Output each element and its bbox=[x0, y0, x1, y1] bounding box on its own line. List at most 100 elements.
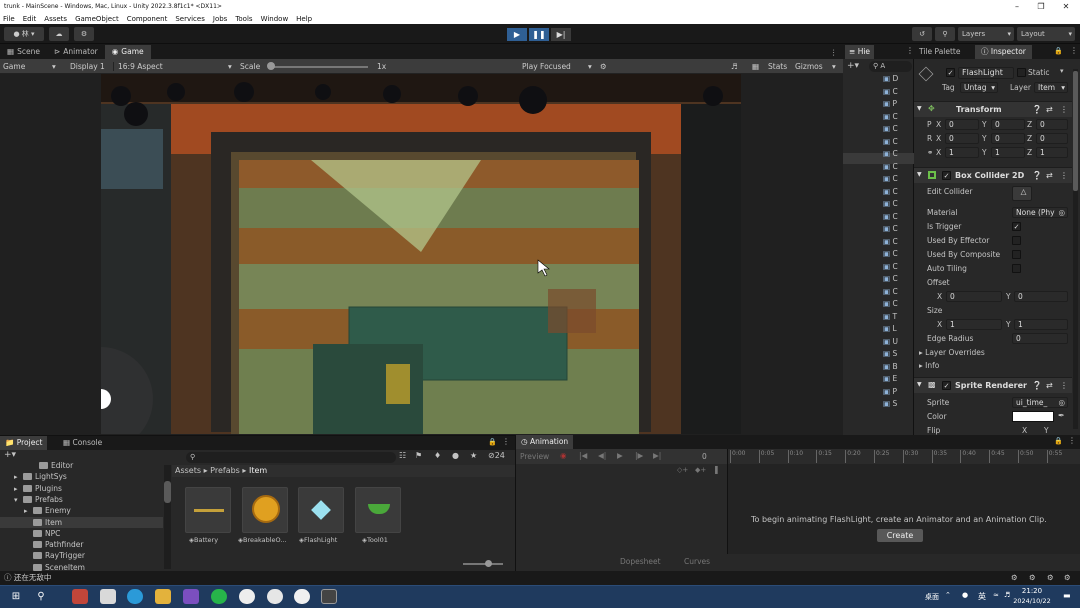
volume-icon[interactable]: ♬ bbox=[1004, 591, 1010, 599]
add-object-button[interactable]: +▾ bbox=[847, 61, 859, 71]
hierarchy-row[interactable]: ▣ C bbox=[883, 262, 898, 271]
close-icon[interactable]: ✕ bbox=[1054, 0, 1078, 13]
unity-hub-icon[interactable] bbox=[321, 589, 337, 604]
vsync-icon[interactable]: ▦ bbox=[752, 62, 759, 71]
scale-slider[interactable] bbox=[268, 66, 368, 68]
clock-time[interactable]: 21:20 bbox=[1011, 587, 1053, 595]
project-tree-scrollbar-thumb[interactable] bbox=[164, 481, 171, 503]
scale-slider-thumb[interactable] bbox=[267, 62, 275, 70]
project-tree-item[interactable]: NPC bbox=[24, 529, 60, 538]
dropdown-arrow-icon[interactable]: ▾ bbox=[1060, 67, 1064, 75]
first-keyframe-icon[interactable]: |◀ bbox=[579, 451, 587, 460]
hierarchy-row[interactable]: ▣ C bbox=[883, 112, 898, 121]
hierarchy-row[interactable]: ▣ C bbox=[883, 224, 898, 233]
edge-icon[interactable] bbox=[127, 589, 143, 604]
foldout-arrow-icon[interactable]: ▸ bbox=[14, 473, 23, 481]
size-y-field[interactable]: 1 bbox=[1014, 319, 1068, 330]
transform-y-field[interactable]: 0 bbox=[991, 133, 1025, 144]
hierarchy-row[interactable]: ▣ E bbox=[883, 374, 897, 383]
app-icon[interactable] bbox=[267, 589, 283, 604]
pause-button[interactable]: ❚❚ bbox=[529, 28, 549, 41]
project-tree-item[interactable]: Editor bbox=[30, 461, 73, 470]
restore-icon[interactable]: ❐ bbox=[1029, 0, 1053, 13]
preview-button[interactable]: Preview bbox=[520, 452, 549, 461]
history-icon[interactable]: ↺ bbox=[912, 27, 932, 41]
hierarchy-row[interactable]: ▣ T bbox=[883, 312, 897, 321]
layers-dropdown[interactable]: Layers ▾ bbox=[958, 27, 1014, 41]
transform-z-field[interactable]: 0 bbox=[1036, 119, 1068, 130]
transform-y-field[interactable]: 0 bbox=[991, 119, 1025, 130]
tab-console[interactable]: ▦ Console bbox=[58, 436, 107, 450]
hierarchy-row[interactable]: ▣ C bbox=[883, 212, 898, 221]
menu-services[interactable]: Services bbox=[175, 15, 205, 23]
tab-scene[interactable]: ▦ Scene bbox=[0, 45, 47, 59]
asset-tool01[interactable] bbox=[355, 487, 401, 533]
used-by-effector-checkbox[interactable] bbox=[1012, 236, 1021, 245]
hierarchy-row[interactable]: ▣ C bbox=[883, 237, 898, 246]
foldout-arrow-icon[interactable]: ▸ bbox=[24, 507, 33, 515]
asset-flashlight[interactable] bbox=[298, 487, 344, 533]
panel-menu-icon[interactable]: ⋮ bbox=[502, 437, 510, 446]
foldout-icon[interactable]: ▼ bbox=[917, 381, 922, 388]
foldout-icon[interactable]: ▼ bbox=[917, 171, 922, 178]
breadcrumb-item[interactable]: Item bbox=[249, 466, 267, 475]
menu-jobs[interactable]: Jobs bbox=[213, 15, 227, 23]
sprite-renderer-enabled-checkbox[interactable]: ✓ bbox=[942, 381, 951, 390]
transform-z-field[interactable]: 1 bbox=[1036, 147, 1068, 158]
edit-collider-button[interactable]: △ bbox=[1012, 186, 1032, 201]
edge-radius-field[interactable]: 0 bbox=[1012, 333, 1068, 344]
windows-start-icon[interactable]: ⊞ bbox=[8, 589, 24, 604]
bug-icon[interactable]: ⚙ bbox=[600, 62, 607, 71]
foldout-icon[interactable]: ▼ bbox=[917, 105, 922, 112]
notification-icon[interactable]: ▬ bbox=[1063, 591, 1071, 600]
aspect-dropdown[interactable]: 16:9 Aspect bbox=[113, 62, 163, 71]
lock-icon[interactable]: 🔒 bbox=[488, 438, 497, 446]
preset-icon[interactable]: ⇄ bbox=[1046, 171, 1053, 180]
flip-y-toggle[interactable]: Y bbox=[1044, 426, 1049, 435]
breadcrumb-assets[interactable]: Assets bbox=[175, 466, 201, 475]
layout-dropdown[interactable]: Layout ▾ bbox=[1017, 27, 1075, 41]
help-icon[interactable]: ❔ bbox=[1032, 381, 1042, 390]
preset-icon[interactable]: ⇄ bbox=[1046, 105, 1053, 114]
bug-icon[interactable]: ⚙ bbox=[1064, 571, 1071, 585]
wechat-icon[interactable] bbox=[211, 589, 227, 604]
hierarchy-row[interactable]: ▣ C bbox=[883, 287, 898, 296]
minimize-icon[interactable]: – bbox=[1005, 0, 1029, 13]
tray-expand-icon[interactable]: ⌃ bbox=[945, 591, 951, 599]
project-tree-item[interactable]: ▾ Prefabs bbox=[14, 495, 63, 504]
search-by-type-icon[interactable]: ☷ bbox=[399, 451, 406, 460]
play-focused-dropdown[interactable]: Play Focused bbox=[522, 62, 571, 71]
static-checkbox[interactable] bbox=[1017, 68, 1026, 77]
tab-game[interactable]: ◉ Game bbox=[104, 45, 151, 59]
favorite-star-icon[interactable]: ★ bbox=[470, 451, 477, 460]
menu-assets[interactable]: Assets bbox=[44, 15, 67, 23]
frame-field[interactable]: 0 bbox=[702, 452, 707, 461]
lock-icon[interactable]: 🔒 bbox=[1054, 437, 1063, 445]
asset-battery[interactable] bbox=[185, 487, 231, 533]
color-swatch[interactable] bbox=[1012, 411, 1054, 422]
transform-z-field[interactable]: 0 bbox=[1036, 133, 1068, 144]
auto-tiling-checkbox[interactable] bbox=[1012, 264, 1021, 273]
breadcrumb-prefabs[interactable]: Prefabs bbox=[210, 466, 240, 475]
files-icon[interactable] bbox=[100, 589, 116, 604]
hierarchy-row[interactable]: ▣ C bbox=[883, 124, 898, 133]
label-icon[interactable]: ♦ bbox=[434, 451, 441, 460]
event-marker-icon[interactable]: ❚ bbox=[713, 465, 720, 474]
project-tree-item[interactable]: Item bbox=[24, 518, 62, 527]
transform-header[interactable]: ▼ ✥ Transform ❔ ⇄ ⋮ bbox=[914, 101, 1072, 117]
menu-gameobject[interactable]: GameObject bbox=[75, 15, 119, 23]
transform-y-field[interactable]: 1 bbox=[991, 147, 1025, 158]
menu-component[interactable]: Component bbox=[127, 15, 168, 23]
help-icon[interactable]: ❔ bbox=[1032, 171, 1042, 180]
progress-icon[interactable]: ⚙ bbox=[1029, 571, 1036, 585]
menu-help[interactable]: Help bbox=[296, 15, 312, 23]
hierarchy-row[interactable]: ▣ C bbox=[883, 87, 898, 96]
tab-inspector[interactable]: ⓘ Inspector bbox=[975, 45, 1032, 59]
hierarchy-row[interactable]: ▣ C bbox=[883, 299, 898, 308]
play-animation-icon[interactable]: ▶ bbox=[617, 451, 623, 460]
is-trigger-checkbox[interactable]: ✓ bbox=[1012, 222, 1021, 231]
asset-breakable[interactable] bbox=[242, 487, 288, 533]
panel-menu-icon[interactable]: ⋮ bbox=[1070, 46, 1078, 55]
layer-dropdown[interactable]: Item ▾ bbox=[1034, 82, 1068, 93]
network-icon[interactable]: ⚙ bbox=[1011, 571, 1018, 585]
